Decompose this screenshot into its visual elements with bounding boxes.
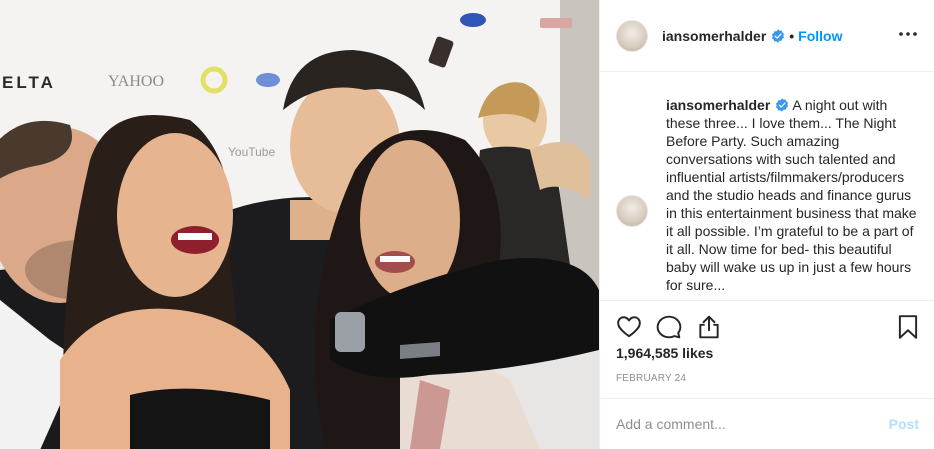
instagram-post: ELTA YAHOO YouTube iansomerhalder • Foll…	[0, 0, 934, 449]
caption-body: A night out with these three... I love t…	[666, 97, 917, 293]
post-caption: iansomerhalder A night out with these th…	[616, 96, 921, 294]
heart-icon[interactable]	[616, 314, 642, 340]
post-side-panel: iansomerhalder • Follow iansomerhalder A…	[599, 0, 934, 449]
verified-badge-icon	[776, 98, 789, 112]
more-options-icon[interactable]	[898, 24, 918, 44]
sponsor-logo-text: YouTube	[228, 145, 275, 159]
comment-input[interactable]	[616, 416, 889, 432]
separator-dot: •	[789, 27, 795, 44]
post-comment-button[interactable]: Post	[889, 416, 919, 432]
share-icon[interactable]	[696, 314, 722, 340]
sponsor-logo-text: ELTA	[2, 73, 56, 92]
post-date[interactable]: FEBRUARY 24	[616, 373, 686, 384]
sponsor-logo-text: YAHOO	[108, 73, 164, 90]
photo-image: ELTA YAHOO YouTube	[0, 0, 599, 449]
avatar[interactable]	[616, 19, 648, 52]
comment-icon[interactable]	[656, 314, 682, 340]
verified-badge-icon	[772, 28, 785, 43]
username-link[interactable]: iansomerhalder	[662, 28, 766, 44]
post-header: iansomerhalder • Follow	[600, 0, 934, 72]
comment-form: Post	[600, 398, 934, 449]
likes-count[interactable]: 1,964,585 likes	[616, 345, 713, 361]
avatar[interactable]	[616, 195, 648, 227]
caption-text: iansomerhalder A night out with these th…	[666, 96, 921, 294]
bookmark-icon[interactable]	[895, 314, 921, 340]
follow-button[interactable]: Follow	[798, 28, 842, 44]
caption-username-link[interactable]: iansomerhalder	[666, 97, 770, 113]
post-photo[interactable]: ELTA YAHOO YouTube	[0, 0, 599, 449]
